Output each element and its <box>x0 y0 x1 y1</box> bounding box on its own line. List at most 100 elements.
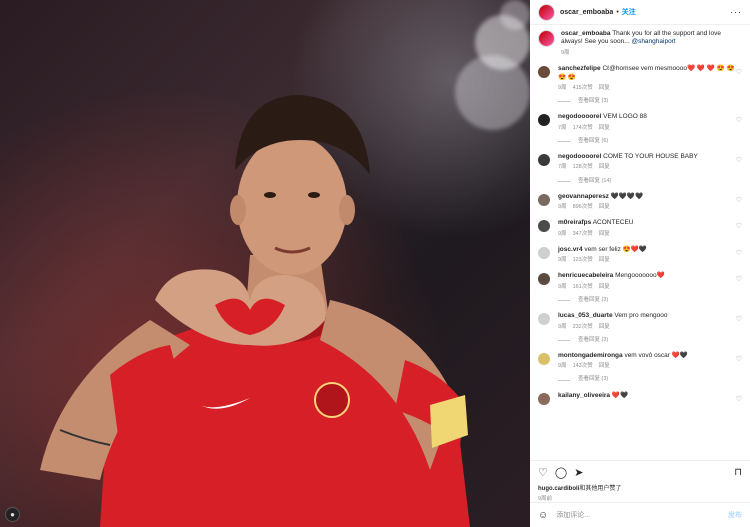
emoji-icon[interactable]: ☺ <box>538 510 548 521</box>
comment-username[interactable]: sanchezfelipe <box>558 65 601 72</box>
comment-likes[interactable]: 174次赞 <box>573 125 593 131</box>
comment-text: ❤️🖤 <box>610 391 629 399</box>
reply-button[interactable]: 回复 <box>599 164 610 170</box>
comment-like-icon[interactable]: ♡ <box>736 355 742 363</box>
comment-likes[interactable]: 143次赞 <box>573 363 593 369</box>
view-replies-button[interactable]: 查看回复 (6) <box>578 138 608 145</box>
view-replies-button[interactable]: 查看回复 (14) <box>578 178 611 185</box>
comment-likes[interactable]: 347次赞 <box>573 231 593 237</box>
post-image[interactable]: ● <box>0 0 530 527</box>
comment-username[interactable]: geovannaperesz <box>558 193 609 200</box>
comment-like-icon[interactable]: ♡ <box>736 222 742 230</box>
reply-button[interactable]: 回复 <box>599 363 610 369</box>
comment-likes[interactable]: 415次赞 <box>573 85 593 91</box>
user-tag-icon[interactable]: ● <box>5 507 20 522</box>
comment-icon[interactable]: ◯ <box>555 466 567 479</box>
avatar[interactable] <box>538 193 550 206</box>
comment-text: Mengooooooo❤️ <box>613 272 665 280</box>
comment-item: negodoooorel VEM LOGO 88 7周 174次赞 回复 查看回复 (6… <box>538 113 742 145</box>
reply-button[interactable]: 回复 <box>599 125 610 131</box>
comment-input[interactable]: 添加评论... <box>556 510 590 520</box>
view-replies-button[interactable]: 查看回复 (3) <box>578 376 608 383</box>
comment-item: kailany_oliveeira ❤️🖤 ♡ <box>538 392 742 405</box>
post-header: oscar_emboaba • 关注 ··· <box>530 0 750 25</box>
header-username[interactable]: oscar_emboaba <box>560 9 613 16</box>
avatar[interactable] <box>538 246 550 259</box>
avatar[interactable] <box>538 313 550 326</box>
comment-likes[interactable]: 128次赞 <box>573 164 593 170</box>
comment-username[interactable]: kailany_oliveeira <box>558 392 610 399</box>
share-icon[interactable]: ➤ <box>574 466 583 479</box>
comment-like-icon[interactable]: ♡ <box>736 156 742 164</box>
comment-like-icon[interactable]: ♡ <box>736 275 742 283</box>
view-replies-button[interactable]: 查看回复 (3) <box>578 337 608 344</box>
caption-username[interactable]: oscar_emboaba <box>561 30 611 37</box>
separator-dot: • <box>616 8 619 16</box>
comment-item: geovannaperesz 🖤🖤🖤🖤 9周 896次赞 回复 ♡ <box>538 193 742 212</box>
reply-button[interactable]: 回复 <box>599 257 610 263</box>
comment-item: henricuecabeleira Mengooooooo❤️ 9周 161次赞 回复… <box>538 272 742 304</box>
comment-username[interactable]: lucas_053_duarte <box>558 312 613 319</box>
comment-text: COME TO YOUR HOUSE BABY <box>601 153 698 160</box>
avatar[interactable] <box>538 66 550 79</box>
reply-button[interactable]: 回复 <box>599 231 610 237</box>
heart-icon[interactable]: ♡ <box>538 466 548 479</box>
avatar[interactable] <box>538 30 555 47</box>
comment-like-icon[interactable]: ♡ <box>736 395 742 403</box>
comment-username[interactable]: m0reirafps <box>558 219 591 226</box>
comment-item: lucas_053_duarte Vem pro mengooo 9周 232次赞回… <box>538 312 742 344</box>
comment-text: VEM LOGO 88 <box>601 113 647 121</box>
post-button[interactable]: 发布 <box>728 510 742 520</box>
reply-button[interactable]: 回复 <box>599 284 610 290</box>
more-options-icon[interactable]: ··· <box>730 7 742 17</box>
caption: oscar_emboaba Thank you for all the supp… <box>538 30 742 57</box>
comment-likes[interactable]: 896次赞 <box>573 204 593 210</box>
caption-mention[interactable]: @shanghaiport <box>631 38 675 45</box>
comment-likes[interactable]: 161次赞 <box>573 284 593 290</box>
comment-like-icon[interactable]: ♡ <box>736 315 742 323</box>
comment-like-icon[interactable]: ♡ <box>736 249 742 257</box>
comment-time: 9周 <box>558 323 567 330</box>
comment-like-icon[interactable]: ♡ <box>736 196 742 204</box>
comment-item: negodoooorel COME TO YOUR HOUSE BABY 7周 12… <box>538 153 742 185</box>
comment-likes[interactable]: 123次赞 <box>573 257 593 263</box>
comment-text: vem ser feliz 😍❤️🖤 <box>582 245 647 253</box>
comment-username[interactable]: henricuecabeleira <box>558 272 613 279</box>
comments-scroll[interactable]: oscar_emboaba Thank you for all the supp… <box>530 25 750 460</box>
comment-username[interactable]: negodoooorel <box>558 153 601 160</box>
comment-time: 9周 <box>558 204 567 211</box>
comment-time: 9周 <box>558 283 567 290</box>
comment-text: ACONTECEU <box>591 219 634 227</box>
avatar[interactable] <box>538 352 550 365</box>
avatar[interactable] <box>538 114 550 127</box>
comment-username[interactable]: josc.vr4 <box>558 246 583 253</box>
comment-like-icon[interactable]: ♡ <box>736 116 742 124</box>
reply-button[interactable]: 回复 <box>599 85 610 91</box>
comment-like-icon[interactable]: ♡ <box>736 68 742 76</box>
comment-time: 9周 <box>558 257 567 264</box>
comment-item: m0reirafps ACONTECEU 9周 347次赞 回复 ♡ <box>538 219 742 238</box>
comment-username[interactable]: negodoooorel <box>558 113 601 120</box>
comment-time: 9周 <box>558 230 567 237</box>
view-replies-button[interactable]: 查看回复 (3) <box>578 297 608 304</box>
comment-time: 7周 <box>558 164 567 171</box>
comment-username[interactable]: montongademironga <box>558 352 623 359</box>
bookmark-icon[interactable]: ⊓ <box>734 467 742 478</box>
follow-button[interactable]: 关注 <box>622 7 636 17</box>
reply-button[interactable]: 回复 <box>599 324 610 330</box>
avatar[interactable] <box>538 154 550 166</box>
view-replies-button[interactable]: 查看回复 (3) <box>578 98 608 105</box>
add-comment-bar: ☺ 添加评论... 发布 <box>530 502 750 527</box>
instagram-post-view: ● oscar_emboaba • 关注 ··· oscar_emboaba T… <box>0 0 750 527</box>
avatar[interactable] <box>538 392 550 405</box>
post-time: 9周前 <box>538 496 553 502</box>
comment-likes[interactable]: 232次赞 <box>573 324 593 330</box>
reply-button[interactable]: 回复 <box>599 204 610 210</box>
avatar[interactable] <box>538 3 555 21</box>
comment-time: 9周 <box>558 85 567 91</box>
comment-item: montongademironga vem vovô oscar ❤️🖤 9周 14… <box>538 352 742 384</box>
comment-text: Vem pro mengooo <box>612 312 668 320</box>
avatar[interactable] <box>538 220 550 233</box>
comment-text: 🖤🖤🖤🖤 <box>608 192 644 200</box>
avatar[interactable] <box>538 273 550 286</box>
